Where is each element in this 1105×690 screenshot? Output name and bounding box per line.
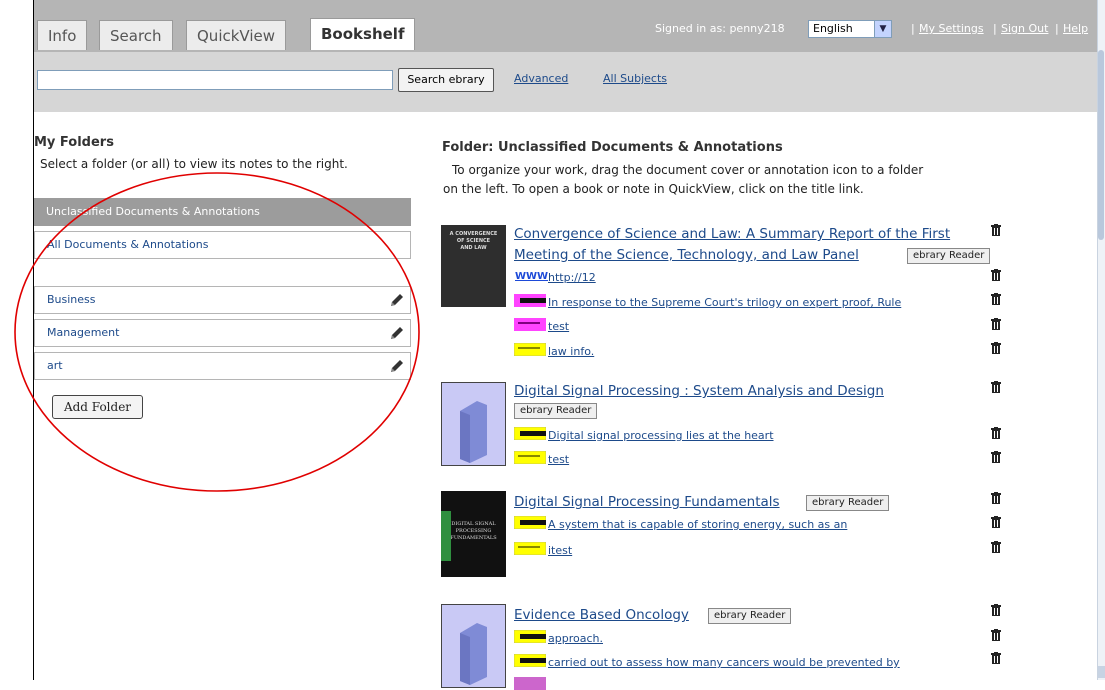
highlight-icon[interactable] (514, 318, 546, 331)
trash-icon[interactable] (991, 541, 1001, 553)
document-title-link[interactable]: Evidence Based Oncology (514, 606, 689, 624)
document-title-link[interactable]: Convergence of Science and Law: A Summar… (514, 225, 950, 243)
trash-icon[interactable] (991, 516, 1001, 528)
folders-heading: My Folders (34, 135, 114, 150)
trash-icon[interactable] (991, 318, 1001, 330)
sticky-note-icon[interactable] (514, 294, 546, 307)
cover-title-line: AND LAW (460, 245, 487, 251)
folder-item[interactable]: Business (34, 286, 411, 314)
folder-all[interactable]: All Documents & Annotations (34, 231, 411, 259)
book-icon (460, 623, 487, 685)
language-value: English (813, 22, 853, 35)
folder-label: Business (47, 293, 96, 306)
tab-quickview[interactable]: QuickView (186, 20, 287, 50)
bookshelf-page: Info Search QuickView Bookshelf Signed i… (0, 0, 1105, 690)
tab-info[interactable]: Info (37, 20, 88, 50)
folder-heading: Folder: Unclassified Documents & Annotat… (442, 140, 783, 155)
separator: | (911, 22, 915, 35)
signed-in-label: Signed in as: penny218 (655, 22, 785, 35)
annotation-link[interactable]: approach. (548, 632, 603, 645)
trash-icon[interactable] (991, 224, 1001, 236)
book-cover[interactable] (441, 382, 506, 466)
annotation-link[interactable]: A system that is capable of storing ener… (548, 518, 847, 531)
annotation-link[interactable]: itest (548, 544, 572, 557)
chevron-down-icon[interactable]: ▼ (874, 21, 891, 37)
highlight-icon[interactable] (514, 677, 546, 690)
annotation-link[interactable]: In response to the Supreme Court's trilo… (548, 296, 901, 309)
cover-title-line: OF SCIENCE (456, 238, 491, 244)
help-link[interactable]: Help (1063, 22, 1088, 35)
annotation-link[interactable]: Digital signal processing lies at the he… (548, 429, 774, 442)
annotation-link[interactable]: carried out to assess how many cancers w… (548, 656, 900, 669)
folder-label: art (47, 359, 63, 372)
trash-icon[interactable] (991, 451, 1001, 463)
highlight-icon[interactable] (514, 542, 546, 555)
trash-icon[interactable] (991, 652, 1001, 664)
trash-icon[interactable] (991, 293, 1001, 305)
highlight-icon[interactable] (514, 343, 546, 356)
trash-icon[interactable] (991, 342, 1001, 354)
trash-icon[interactable] (991, 269, 1001, 281)
trash-icon[interactable] (991, 629, 1001, 641)
sign-out-link[interactable]: Sign Out (1001, 22, 1048, 35)
document-title-link[interactable]: Digital Signal Processing : System Analy… (514, 382, 884, 400)
book-cover[interactable] (441, 604, 506, 688)
ebrary-reader-button[interactable]: ebrary Reader (907, 248, 991, 264)
language-select[interactable]: English ▼ (808, 20, 892, 38)
pencil-icon[interactable] (389, 358, 405, 374)
trash-icon[interactable] (991, 427, 1001, 439)
ebrary-reader-button[interactable]: ebrary Reader (708, 608, 792, 624)
book-cover[interactable]: A CONVERGENCE OF SCIENCE AND LAW (441, 225, 506, 307)
ebrary-reader-button[interactable]: ebrary Reader (806, 495, 890, 511)
trash-icon[interactable] (991, 604, 1001, 616)
sticky-note-icon[interactable] (514, 630, 546, 643)
scrollbar-thumb[interactable] (1098, 50, 1104, 240)
search-input[interactable] (37, 70, 393, 90)
highlight-icon[interactable] (514, 451, 546, 464)
folders-description: Select a folder (or all) to view its not… (40, 157, 348, 171)
document-title-link[interactable]: Digital Signal Processing Fundamentals (514, 493, 780, 511)
pencil-icon[interactable] (389, 325, 405, 341)
document-title-link[interactable]: Meeting of the Science, Technology, and … (514, 246, 859, 264)
sticky-note-icon[interactable] (514, 654, 546, 667)
folder-label: Management (47, 326, 120, 339)
instructions-line: on the left. To open a book or note in Q… (443, 182, 864, 196)
separator: | (1055, 22, 1059, 35)
trash-icon[interactable] (991, 492, 1001, 504)
trash-icon[interactable] (991, 381, 1001, 393)
tab-bookshelf[interactable]: Bookshelf (310, 18, 416, 50)
annotation-link[interactable]: test (548, 453, 569, 466)
ebrary-reader-button[interactable]: ebrary Reader (514, 403, 598, 419)
www-icon: WWW (515, 271, 549, 282)
annotation-link[interactable]: law info. (548, 345, 594, 358)
sticky-note-icon[interactable] (514, 516, 546, 529)
advanced-search-link[interactable]: Advanced (514, 72, 568, 85)
folder-item[interactable]: art (34, 352, 411, 380)
folder-item[interactable]: Management (34, 319, 411, 347)
instructions-line: To organize your work, drag the document… (452, 163, 924, 177)
cover-title-line: A CONVERGENCE (449, 231, 498, 237)
pencil-icon[interactable] (389, 292, 405, 308)
book-cover[interactable]: DIGITAL SIGNAL PROCESSING FUNDAMENTALS (441, 491, 506, 577)
annotation-link[interactable]: http://12 (548, 271, 596, 284)
sticky-note-icon[interactable] (514, 427, 546, 440)
all-subjects-link[interactable]: All Subjects (603, 72, 667, 85)
separator: | (993, 22, 997, 35)
folder-unclassified[interactable]: Unclassified Documents & Annotations (34, 198, 411, 226)
book-icon (460, 401, 487, 463)
annotation-link[interactable]: test (548, 320, 569, 333)
tab-search[interactable]: Search (99, 20, 173, 50)
my-settings-link[interactable]: My Settings (919, 22, 984, 35)
scroll-down-icon[interactable] (1098, 666, 1105, 678)
add-folder-button[interactable]: Add Folder (52, 395, 143, 419)
search-button[interactable]: Search ebrary (398, 68, 494, 92)
